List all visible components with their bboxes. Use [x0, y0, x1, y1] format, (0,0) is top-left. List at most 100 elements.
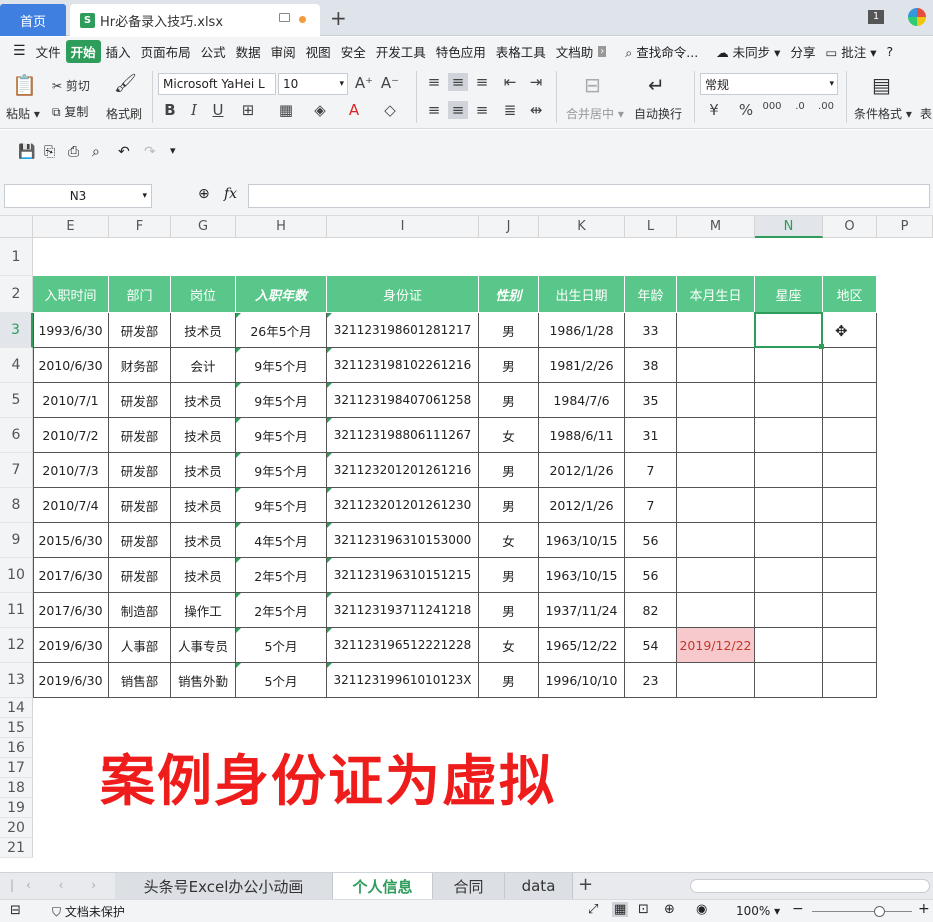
table-cell[interactable]: 5个月: [236, 628, 327, 663]
table-cell[interactable]: 2015/6/30: [33, 523, 109, 558]
menu-data[interactable]: 数据: [231, 42, 266, 61]
table-cell[interactable]: 技术员: [171, 313, 236, 348]
table-cell[interactable]: 会计: [171, 348, 236, 383]
hamburger-icon[interactable]: ☰: [8, 43, 31, 59]
fullscreen-icon[interactable]: ⤢: [588, 902, 598, 917]
menu-table-tools[interactable]: 表格工具: [491, 42, 551, 61]
save-icon[interactable]: 💾: [18, 144, 35, 160]
table-cell[interactable]: [755, 313, 823, 348]
table-header-cell[interactable]: 星座: [755, 276, 823, 313]
table-cell[interactable]: 1993/6/30: [33, 313, 109, 348]
table-cell[interactable]: 2010/7/3: [33, 453, 109, 488]
table-cell[interactable]: 男: [479, 663, 539, 698]
indent-decrease-icon[interactable]: ⇤: [500, 73, 520, 91]
align-center-icon[interactable]: ≡: [448, 101, 468, 119]
table-cell[interactable]: 321123201201261216: [327, 453, 479, 488]
table-cell[interactable]: [677, 558, 755, 593]
table-cell[interactable]: [823, 348, 877, 383]
table-cell[interactable]: 2010/7/4: [33, 488, 109, 523]
zoom-search-icon[interactable]: ⊕: [198, 186, 210, 202]
table-cell[interactable]: 2012/1/26: [539, 488, 625, 523]
table-header-cell[interactable]: 年龄: [625, 276, 677, 313]
table-cell[interactable]: 321123193711241218: [327, 593, 479, 628]
row-header-3[interactable]: 3: [0, 313, 33, 348]
table-header-cell[interactable]: 地区: [823, 276, 877, 313]
sheet-tab-data[interactable]: data: [505, 873, 573, 899]
table-cell[interactable]: [823, 558, 877, 593]
row-header-14[interactable]: 14: [0, 698, 33, 718]
print-preview-icon[interactable]: ⌕: [92, 144, 100, 160]
align-right-icon[interactable]: ≡: [472, 101, 492, 119]
table-cell[interactable]: 2017/6/30: [33, 558, 109, 593]
column-header-g[interactable]: G: [171, 216, 236, 238]
row-header-6[interactable]: 6: [0, 418, 33, 453]
name-box[interactable]: N3 ▾: [4, 184, 152, 208]
column-header-n[interactable]: N: [755, 216, 823, 238]
column-header-f[interactable]: F: [109, 216, 171, 238]
table-header-cell[interactable]: 入职时间: [33, 276, 109, 313]
table-cell[interactable]: [823, 383, 877, 418]
underline-button[interactable]: U: [208, 101, 228, 119]
table-cell[interactable]: [823, 313, 877, 348]
table-cell[interactable]: 2年5个月: [236, 593, 327, 628]
column-header-p[interactable]: P: [877, 216, 933, 238]
table-cell[interactable]: 1937/11/24: [539, 593, 625, 628]
fx-icon[interactable]: fx: [224, 186, 237, 202]
file-tab[interactable]: S Hr必备录入技巧.xlsx: [70, 4, 320, 36]
table-cell[interactable]: 男: [479, 488, 539, 523]
menu-formula[interactable]: 公式: [196, 42, 231, 61]
column-header-m[interactable]: M: [677, 216, 755, 238]
row-header-13[interactable]: 13: [0, 663, 33, 698]
format-painter-icon[interactable]: 🖌: [114, 73, 137, 94]
table-cell[interactable]: [823, 523, 877, 558]
menu-file[interactable]: 文件: [31, 42, 66, 61]
zoom-in-icon[interactable]: +: [918, 901, 930, 917]
row-header-19[interactable]: 19: [0, 798, 33, 818]
table-cell[interactable]: 9年5个月: [236, 348, 327, 383]
table-cell[interactable]: [823, 593, 877, 628]
conditional-format-button[interactable]: 条件格式 ▾: [854, 105, 912, 122]
table-cell[interactable]: [755, 663, 823, 698]
format-painter-button[interactable]: 格式刷: [106, 105, 142, 122]
formula-input[interactable]: [248, 184, 930, 208]
table-cell[interactable]: 研发部: [109, 313, 171, 348]
row-header-12[interactable]: 12: [0, 628, 33, 663]
table-cell[interactable]: 2019/6/30: [33, 663, 109, 698]
align-middle-icon[interactable]: ≡: [448, 73, 468, 91]
table-cell[interactable]: 技术员: [171, 523, 236, 558]
increase-decimal-icon[interactable]: .0: [790, 101, 810, 112]
table-cell[interactable]: [755, 348, 823, 383]
table-cell[interactable]: 321123196310151215: [327, 558, 479, 593]
menu-special[interactable]: 特色应用: [431, 42, 491, 61]
table-style-button[interactable]: 表: [920, 105, 932, 122]
table-cell[interactable]: 销售部: [109, 663, 171, 698]
row-header-20[interactable]: 20: [0, 818, 33, 838]
table-cell[interactable]: 1965/12/22: [539, 628, 625, 663]
table-cell[interactable]: 1988/6/11: [539, 418, 625, 453]
table-cell[interactable]: 1981/2/26: [539, 348, 625, 383]
menu-review[interactable]: 审阅: [266, 42, 301, 61]
column-header-k[interactable]: K: [539, 216, 625, 238]
sync-status[interactable]: ☁ 未同步 ▾: [711, 42, 785, 61]
row-header-10[interactable]: 10: [0, 558, 33, 593]
table-cell[interactable]: 33: [625, 313, 677, 348]
table-cell[interactable]: 研发部: [109, 488, 171, 523]
help-icon[interactable]: ?: [882, 44, 899, 59]
table-cell[interactable]: 23: [625, 663, 677, 698]
menu-security[interactable]: 安全: [336, 42, 371, 61]
table-cell[interactable]: [677, 348, 755, 383]
border-icon[interactable]: ⊞: [238, 101, 258, 119]
table-cell[interactable]: 9年5个月: [236, 418, 327, 453]
decrease-decimal-icon[interactable]: .00: [816, 101, 836, 112]
table-cell[interactable]: [755, 383, 823, 418]
column-header-i[interactable]: I: [327, 216, 479, 238]
column-header-j[interactable]: J: [479, 216, 539, 238]
new-tab-button[interactable]: +: [330, 6, 347, 30]
table-cell[interactable]: 321123198806111267: [327, 418, 479, 453]
table-cell[interactable]: 男: [479, 453, 539, 488]
cell-style-icon[interactable]: ▦: [276, 101, 296, 119]
page-layout-icon[interactable]: ⊕: [664, 902, 675, 917]
table-cell[interactable]: 2010/7/1: [33, 383, 109, 418]
table-cell[interactable]: [677, 383, 755, 418]
table-cell[interactable]: 1996/10/10: [539, 663, 625, 698]
